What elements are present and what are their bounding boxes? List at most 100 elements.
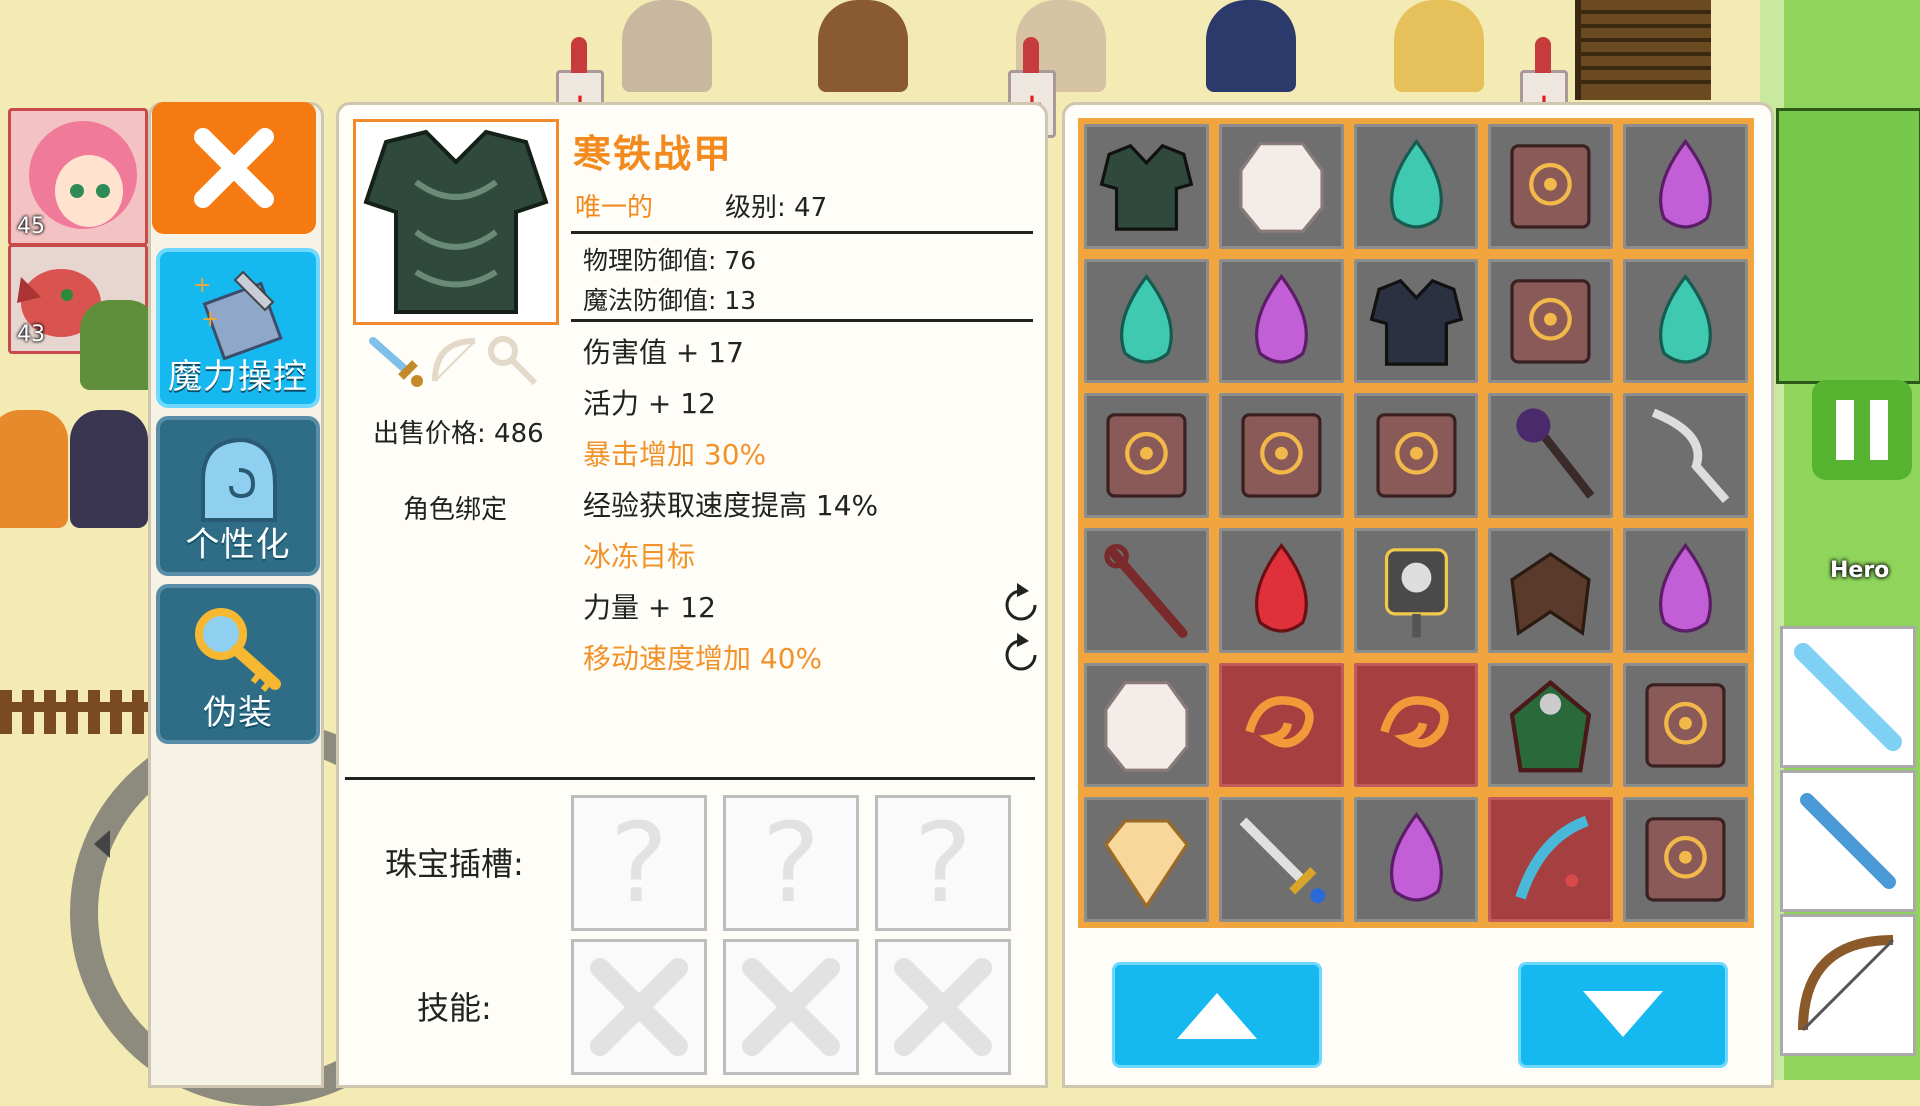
purple-crystal-icon [1659, 138, 1713, 229]
character-bind-label: 角色绑定 [403, 495, 508, 525]
teal-crystal-icon [1659, 273, 1713, 364]
inventory-slot[interactable] [1623, 797, 1748, 922]
inventory-slot[interactable] [1084, 124, 1209, 249]
staff-class-icon [488, 336, 538, 386]
purple-crystal-icon [1254, 273, 1308, 364]
inventory-slot[interactable] [1218, 393, 1344, 518]
inventory-slot[interactable] [1353, 797, 1479, 922]
inventory-slot[interactable] [1084, 393, 1209, 518]
dark-armor-icon [1099, 143, 1194, 231]
menu-label: 伪装 [203, 693, 273, 733]
green-cloak-icon [1510, 679, 1592, 772]
inventory-slot[interactable] [1084, 258, 1209, 384]
ice-sword-skill-button[interactable] [1780, 626, 1916, 768]
pause-bar [1870, 400, 1888, 460]
item-level: 级别: 47 [725, 193, 828, 223]
inventory-slot[interactable] [1353, 393, 1479, 518]
inventory-slot[interactable] [1218, 124, 1344, 249]
close-button[interactable] [152, 102, 316, 234]
question-mark-icon: ? [913, 799, 973, 927]
inventory-slot[interactable] [1623, 258, 1748, 384]
gem-socket[interactable]: ? [571, 795, 707, 931]
inventory-slot[interactable] [1623, 393, 1748, 518]
inventory-slot[interactable] [1488, 797, 1614, 922]
joystick-left-arrow-icon [94, 830, 110, 858]
inventory-slot[interactable] [1488, 393, 1614, 518]
arrow-up-icon [1177, 993, 1257, 1039]
party-portrait[interactable]: 45 [8, 108, 148, 246]
amber-gem-icon [1103, 819, 1189, 910]
inventory-slot[interactable] [1084, 527, 1209, 653]
bow-skill-button[interactable] [1780, 914, 1916, 1056]
menu-label: 个性化 [185, 525, 291, 565]
npc-blonde [1394, 0, 1484, 92]
stat-line: 伤害值 + 17 [583, 336, 744, 369]
red-crystal-icon [1254, 542, 1308, 633]
gem-socket-label: 珠宝插槽: [385, 845, 524, 883]
stat-line: 力量 + 12 [583, 591, 716, 624]
item-rarity: 唯一的 [575, 193, 654, 223]
wooden-gate [1575, 0, 1711, 100]
skill-slot-locked [875, 939, 1011, 1075]
inventory-slot[interactable] [1218, 258, 1344, 384]
bone-wings-icon [1510, 552, 1591, 636]
reroll-icon[interactable] [999, 633, 1043, 677]
skull-shield-icon [1384, 548, 1448, 638]
inventory-slot[interactable] [1623, 527, 1748, 653]
inventory-grid [1078, 118, 1754, 928]
inventory-slot[interactable] [1623, 124, 1748, 249]
helmet-icon [201, 437, 277, 522]
bow-icon [1798, 935, 1895, 1032]
npc-elder [622, 0, 712, 92]
scroll-up-button[interactable] [1112, 962, 1322, 1068]
chest-armor-icon [363, 129, 549, 314]
inventory-slot[interactable] [1218, 797, 1344, 922]
spell-book-icon [1510, 278, 1591, 364]
inventory-slot[interactable] [1488, 662, 1614, 788]
inventory-slot[interactable] [1353, 662, 1479, 788]
stat-line: 活力 + 12 [583, 387, 716, 420]
sword-skill-button[interactable] [1780, 770, 1916, 912]
spell-book-icon [1375, 413, 1457, 498]
inventory-slot[interactable] [1488, 527, 1614, 653]
inventory-slot[interactable] [1488, 124, 1614, 249]
gem-socket[interactable]: ? [875, 795, 1011, 931]
skill-slot-locked [571, 939, 707, 1075]
menu-label: 魔力操控 [168, 357, 308, 397]
minimap[interactable] [1776, 108, 1920, 384]
menu-magic-control-button[interactable]: + + 魔力操控 [156, 248, 320, 408]
reroll-icon[interactable] [999, 583, 1043, 627]
skill-slot-locked [723, 939, 859, 1075]
stat-line: 暴击增加 30% [583, 438, 767, 471]
ice-sword-icon [1794, 643, 1902, 751]
magnifier-key-icon [195, 608, 281, 692]
inventory-slot[interactable] [1353, 527, 1479, 653]
scroll-down-button[interactable] [1518, 962, 1728, 1068]
inventory-slot[interactable] [1084, 797, 1209, 922]
spell-book-icon [1510, 144, 1591, 229]
feather-charm-icon [1515, 816, 1590, 900]
menu-disguise-button[interactable]: 伪装 [156, 584, 320, 744]
svg-text:+: + [201, 307, 219, 332]
pause-button[interactable] [1812, 380, 1912, 480]
npc-rogue [818, 0, 908, 92]
inventory-slot[interactable] [1218, 527, 1344, 653]
menu-customize-button[interactable]: 个性化 [156, 416, 320, 576]
white-gem-icon [1239, 142, 1324, 233]
question-mark-icon: ? [609, 799, 669, 927]
inventory-slot[interactable] [1084, 662, 1209, 788]
crossed-swords-icon [590, 958, 688, 1056]
item-image [353, 119, 559, 325]
inventory-slot[interactable] [1353, 124, 1479, 249]
bow-class-icon [432, 338, 476, 382]
skill-label: 技能: [417, 989, 492, 1027]
crossed-swords-icon [894, 958, 992, 1056]
magic-defense: 魔法防御值: 13 [583, 286, 757, 315]
dark-axe-icon [1516, 408, 1595, 499]
inventory-slot[interactable] [1623, 662, 1748, 788]
inventory-slot[interactable] [1353, 258, 1479, 384]
gem-socket[interactable]: ? [723, 795, 859, 931]
inventory-slot[interactable] [1488, 258, 1614, 384]
crossed-swords-icon [742, 958, 840, 1056]
inventory-slot[interactable] [1218, 662, 1344, 788]
